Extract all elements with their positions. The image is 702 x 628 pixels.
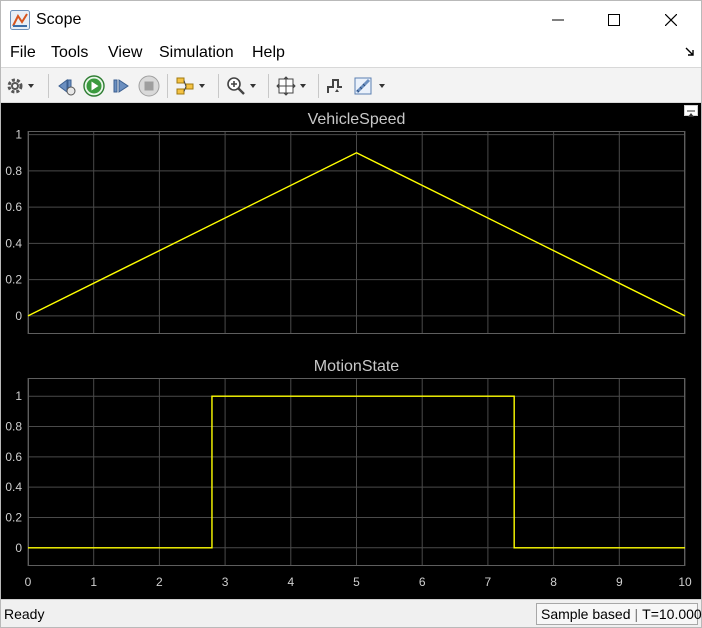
chevron-down-icon	[199, 84, 205, 88]
toolbar-separator	[167, 74, 168, 98]
stop-icon	[138, 75, 160, 97]
minimize-button[interactable]	[530, 1, 586, 39]
x-tick-label: 3	[222, 575, 229, 589]
x-tick-label: 8	[550, 575, 557, 589]
measurement-button[interactable]	[353, 74, 385, 98]
toolbar-separator	[48, 74, 49, 98]
toolbar	[1, 67, 701, 103]
chevron-down-icon	[300, 84, 306, 88]
y-tick-label: 0.2	[5, 510, 22, 524]
menu-view[interactable]: View	[108, 44, 142, 62]
status-bar: Ready Sample based | T=10.000	[1, 599, 702, 627]
y-tick-label: 0.2	[5, 273, 22, 287]
measurement-icon	[354, 77, 372, 95]
status-time: T=10.000	[642, 606, 702, 622]
x-tick-label: 0	[25, 575, 32, 589]
menu-file[interactable]: File	[10, 44, 36, 62]
x-tick-label: 4	[287, 575, 294, 589]
y-tick-label: 1	[15, 389, 22, 403]
y-tick-label: 0	[15, 541, 22, 555]
run-icon	[83, 75, 105, 97]
run-button[interactable]	[83, 74, 105, 98]
y-tick-label: 0.4	[5, 236, 22, 250]
signal-highlight-icon	[176, 77, 194, 95]
autoscale-icon	[276, 76, 296, 96]
undock-icon	[687, 110, 695, 117]
vehiclespeed-axes: 0 0.2 0.4 0.6 0.8 1 VehicleSpeed	[5, 111, 686, 334]
chevron-down-icon	[28, 84, 34, 88]
trigger-icon	[327, 79, 342, 93]
axes-title: MotionState	[314, 358, 399, 375]
y-tick-label: 0.6	[5, 450, 22, 464]
step-back-button[interactable]	[56, 74, 76, 98]
menu-tools[interactable]: Tools	[51, 44, 88, 62]
y-tick-label: 0.6	[5, 200, 22, 214]
toolbar-separator	[268, 74, 269, 98]
status-mode: Sample based	[541, 606, 631, 622]
y-tick-label: 0	[15, 309, 22, 323]
status-info: Sample based | T=10.000	[536, 603, 702, 625]
window-title: Scope	[36, 11, 82, 28]
scope-window: Scope File Tools View Simulation Help 0 …	[0, 0, 702, 628]
autoscale-button[interactable]	[276, 74, 306, 98]
scope-app-icon	[10, 10, 30, 30]
menu-bar: File Tools View Simulation Help	[1, 39, 701, 67]
x-tick-label: 6	[419, 575, 426, 589]
chevron-down-icon	[379, 84, 385, 88]
stop-button[interactable]	[138, 74, 160, 98]
chevron-down-icon	[250, 84, 256, 88]
motionstate-axes: 00.20.40.60.810 1 2 3 4 5 6 7 8 9 10MotionState	[5, 358, 692, 589]
y-tick-label: 0.8	[5, 420, 22, 434]
step-back-icon	[58, 79, 76, 96]
undock-button[interactable]	[684, 105, 698, 117]
x-tick-label: 9	[616, 575, 623, 589]
toolbar-separator	[318, 74, 319, 98]
dock-arrow-icon[interactable]	[685, 47, 695, 57]
gear-icon	[7, 78, 23, 94]
minimize-icon	[552, 19, 564, 21]
y-tick-label: 1	[15, 128, 22, 142]
x-tick-label: 7	[485, 575, 492, 589]
zoom-button[interactable]	[226, 74, 256, 98]
x-tick-label: 2	[156, 575, 163, 589]
y-tick-label: 0.8	[5, 164, 22, 178]
status-ready: Ready	[4, 606, 45, 622]
trigger-button[interactable]	[325, 74, 345, 98]
signal-highlight-button[interactable]	[175, 74, 205, 98]
x-tick-label: 10	[678, 575, 692, 589]
menu-help[interactable]: Help	[252, 44, 285, 62]
menu-simulation[interactable]: Simulation	[159, 44, 234, 62]
settings-button[interactable]	[6, 74, 34, 98]
x-tick-label: 5	[353, 575, 360, 589]
close-icon	[665, 14, 677, 26]
scope-plot-canvas: 0 0.2 0.4 0.6 0.8 1 VehicleSpeed 0 0.2 0.4 0.6 0.8 1…	[5, 111, 692, 589]
step-forward-icon	[113, 79, 129, 93]
scope-display: 0 0.2 0.4 0.6 0.8 1 VehicleSpeed 0 0.2 0.4 0.6 0.8 1…	[1, 103, 701, 599]
close-button[interactable]	[643, 1, 699, 39]
step-forward-button[interactable]	[111, 74, 131, 98]
toolbar-separator	[218, 74, 219, 98]
maximize-icon	[608, 14, 620, 26]
status-separator: |	[634, 606, 639, 622]
zoom-in-icon	[227, 77, 245, 95]
y-tick-label: 0.4	[5, 480, 22, 494]
maximize-button[interactable]	[586, 1, 642, 39]
axes-title: VehicleSpeed	[308, 111, 406, 128]
x-tick-label: 1	[90, 575, 97, 589]
title-bar: Scope	[1, 1, 701, 39]
